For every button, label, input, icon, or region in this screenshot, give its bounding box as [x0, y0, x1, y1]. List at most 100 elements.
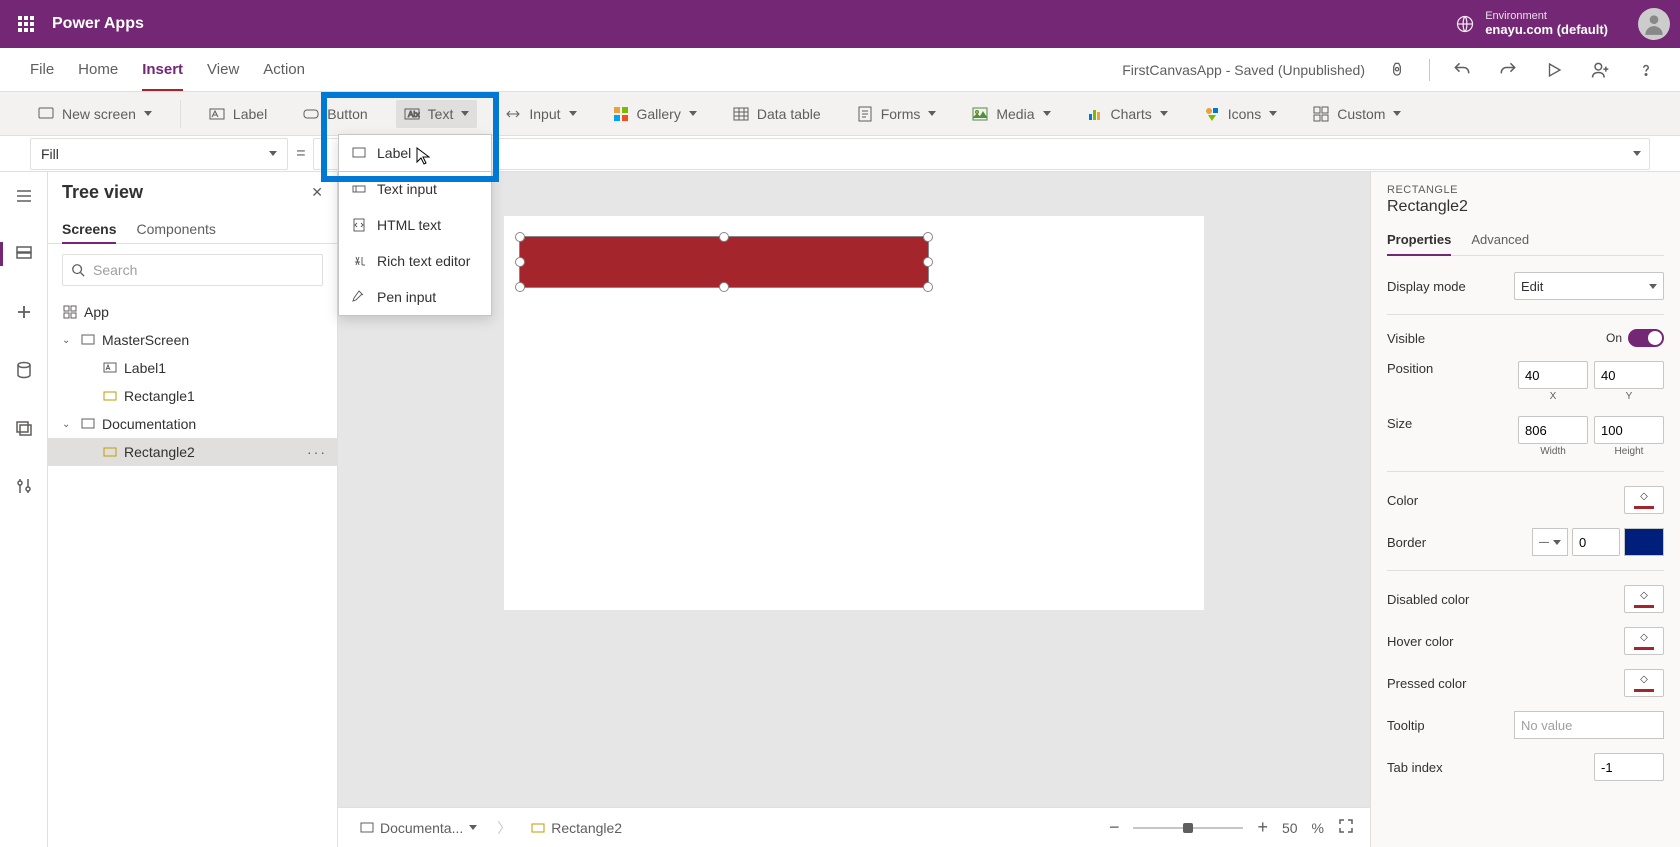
resize-handle[interactable] — [515, 282, 525, 292]
text-dropdown-button[interactable]: Abc Text — [396, 100, 478, 128]
menu-view[interactable]: View — [207, 49, 239, 90]
close-icon[interactable]: ✕ — [311, 184, 323, 201]
table-icon — [733, 106, 749, 122]
insert-label-button[interactable]: Label — [201, 100, 275, 128]
canvas-area[interactable] — [338, 172, 1370, 807]
formula-bar: Fill = — [0, 136, 1680, 172]
menu-item-text-input[interactable]: Text input — [339, 171, 491, 207]
forms-dropdown-button[interactable]: Forms — [849, 100, 945, 128]
data-table-label: Data table — [757, 106, 821, 122]
app-launcher-icon[interactable] — [10, 8, 42, 40]
menu-insert[interactable]: Insert — [142, 49, 183, 90]
resize-handle[interactable] — [719, 232, 729, 242]
new-screen-button[interactable]: New screen — [30, 100, 160, 128]
help-icon[interactable] — [1632, 56, 1660, 84]
border-color-picker[interactable] — [1624, 528, 1664, 556]
tree-item-app[interactable]: App — [48, 298, 337, 326]
tab-advanced[interactable]: Advanced — [1471, 228, 1529, 255]
data-table-button[interactable]: Data table — [725, 100, 829, 128]
formula-input[interactable] — [313, 138, 1650, 170]
share-icon[interactable] — [1586, 56, 1614, 84]
tab-index-label: Tab index — [1387, 760, 1443, 775]
search-input[interactable]: Search — [62, 254, 323, 286]
hamburger-icon[interactable] — [8, 180, 40, 212]
zoom-out-button[interactable]: − — [1109, 817, 1120, 838]
menu-file[interactable]: File — [30, 49, 54, 90]
screen-icon — [80, 416, 96, 432]
breadcrumb-item[interactable]: Rectangle2 — [525, 816, 628, 840]
environment-picker[interactable]: Environment enayu.com (default) — [1455, 10, 1608, 38]
resize-handle[interactable] — [515, 232, 525, 242]
tooltip-placeholder: No value — [1521, 718, 1572, 733]
paint-bucket-icon: ◇ — [1640, 491, 1648, 502]
zoom-in-button[interactable]: + — [1257, 817, 1268, 838]
size-height-input[interactable] — [1594, 416, 1664, 444]
property-selector[interactable]: Fill — [30, 138, 288, 170]
resize-handle[interactable] — [923, 232, 933, 242]
data-icon[interactable] — [8, 354, 40, 386]
tab-screens[interactable]: Screens — [62, 215, 116, 243]
breadcrumb-label: Documenta... — [380, 820, 463, 836]
position-y-input[interactable] — [1594, 361, 1664, 389]
tree-item-label1[interactable]: Label1 — [48, 354, 337, 382]
redo-icon[interactable] — [1494, 56, 1522, 84]
tree-view-icon[interactable] — [8, 238, 40, 270]
app-checker-icon[interactable] — [1383, 56, 1411, 84]
fit-to-window-icon[interactable] — [1338, 818, 1354, 837]
tree-item-masterscreen[interactable]: ⌄ MasterScreen — [48, 326, 337, 354]
menu-item-html-text[interactable]: HTML text — [339, 207, 491, 243]
undo-icon[interactable] — [1448, 56, 1476, 84]
media-rail-icon[interactable] — [8, 412, 40, 444]
breadcrumb-screen[interactable]: Documenta... — [354, 816, 483, 840]
insert-icon[interactable] — [8, 296, 40, 328]
user-avatar[interactable] — [1638, 8, 1670, 40]
size-label: Size — [1387, 416, 1412, 431]
menu-item-label[interactable]: Label — [339, 135, 491, 171]
tree-item-rectangle1[interactable]: Rectangle1 — [48, 382, 337, 410]
resize-handle[interactable] — [719, 282, 729, 292]
menu-item-rich-text[interactable]: Rich text editor — [339, 243, 491, 279]
resize-handle[interactable] — [923, 257, 933, 267]
icons-dropdown-button[interactable]: Icons — [1196, 100, 1285, 128]
text-icon: Abc — [404, 106, 420, 122]
color-picker-button[interactable]: ◇ — [1624, 486, 1664, 514]
button-icon — [303, 106, 319, 122]
menu-item-text: Pen input — [377, 289, 436, 305]
tab-components[interactable]: Components — [136, 215, 215, 243]
zoom-slider[interactable] — [1133, 827, 1243, 829]
play-icon[interactable] — [1540, 56, 1568, 84]
resize-handle[interactable] — [515, 257, 525, 267]
rectangle2-shape[interactable] — [519, 236, 929, 288]
tooltip-input[interactable]: No value — [1514, 711, 1664, 739]
gallery-dropdown-button[interactable]: Gallery — [605, 100, 705, 128]
custom-dropdown-button[interactable]: Custom — [1305, 100, 1409, 128]
tab-index-input[interactable] — [1594, 753, 1664, 781]
tab-properties[interactable]: Properties — [1387, 228, 1451, 255]
menu-item-pen-input[interactable]: Pen input — [339, 279, 491, 315]
pressed-color-picker[interactable]: ◇ — [1624, 669, 1664, 697]
chevron-down-icon[interactable]: ⌄ — [62, 419, 74, 430]
size-width-input[interactable] — [1518, 416, 1588, 444]
media-dropdown-button[interactable]: Media — [964, 100, 1058, 128]
hover-color-picker[interactable]: ◇ — [1624, 627, 1664, 655]
resize-handle[interactable] — [923, 282, 933, 292]
visible-toggle[interactable] — [1628, 329, 1664, 347]
chevron-down-icon — [1043, 111, 1051, 116]
insert-ribbon: New screen Label Button Abc Text Input G… — [0, 92, 1680, 136]
border-style-select[interactable]: — — [1532, 528, 1568, 556]
canvas-screen[interactable] — [504, 216, 1204, 610]
tree-item-rectangle2[interactable]: Rectangle2 ··· — [48, 438, 337, 466]
advanced-tools-icon[interactable] — [8, 470, 40, 502]
charts-dropdown-button[interactable]: Charts — [1079, 100, 1176, 128]
input-dropdown-button[interactable]: Input — [497, 100, 584, 128]
menu-home[interactable]: Home — [78, 49, 118, 90]
position-x-input[interactable] — [1518, 361, 1588, 389]
insert-button-button[interactable]: Button — [295, 100, 375, 128]
menu-action[interactable]: Action — [263, 49, 305, 90]
chevron-down-icon[interactable]: ⌄ — [62, 335, 74, 346]
more-options-icon[interactable]: ··· — [307, 444, 327, 460]
disabled-color-picker[interactable]: ◇ — [1624, 585, 1664, 613]
border-width-input[interactable] — [1572, 528, 1620, 556]
tree-item-documentation[interactable]: ⌄ Documentation — [48, 410, 337, 438]
display-mode-select[interactable]: Edit — [1514, 272, 1664, 300]
